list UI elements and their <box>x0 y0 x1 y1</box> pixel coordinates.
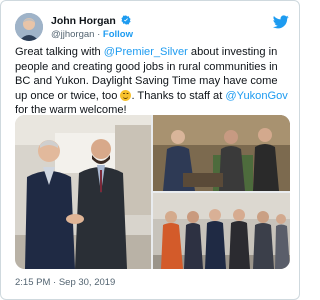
author-block: John Horgan @jjhorgan · Follow <box>51 14 133 41</box>
photo-group[interactable] <box>153 193 290 269</box>
photo-handshake[interactable] <box>15 115 151 269</box>
photo-meeting[interactable] <box>153 115 290 191</box>
avatar[interactable] <box>15 13 43 41</box>
tweet-text-segment: Great talking with <box>15 46 104 58</box>
display-name[interactable]: John Horgan <box>51 15 116 27</box>
tweet-text-segment: . Thanks to staff at <box>131 89 226 102</box>
mention-link[interactable]: @YukonGov <box>225 90 287 102</box>
separator: · <box>97 29 101 40</box>
smiling-face-emoji-icon <box>120 89 132 101</box>
tweet-text: Great talking with @Premier_Silver about… <box>15 45 289 118</box>
mention-link[interactable]: @Premier_Silver <box>104 46 188 58</box>
follow-button[interactable]: Follow <box>103 29 133 40</box>
tweet-header: John Horgan @jjhorgan · Follow <box>15 13 289 41</box>
twitter-bird-icon[interactable] <box>273 15 289 29</box>
tweet-card: John Horgan @jjhorgan · Follow Great tal… <box>0 0 300 300</box>
handle[interactable]: @jjhorgan <box>51 29 94 40</box>
verified-badge-icon <box>121 15 131 25</box>
timestamp[interactable]: 2:15 PM · Sep 30, 2019 <box>15 277 115 288</box>
media-grid[interactable] <box>15 115 290 269</box>
